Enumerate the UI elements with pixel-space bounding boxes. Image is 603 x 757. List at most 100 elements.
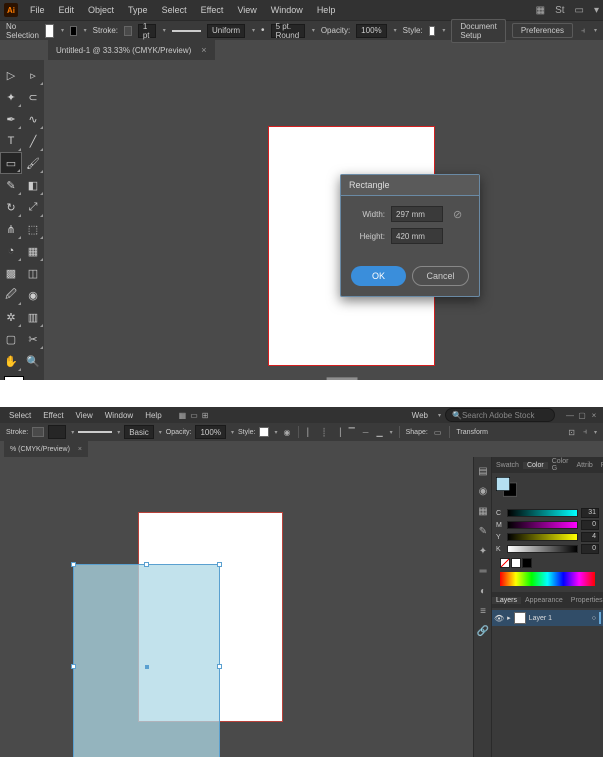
- ok-button[interactable]: OK: [351, 266, 406, 286]
- mesh-tool[interactable]: ▩: [0, 262, 22, 284]
- canvas[interactable]: GXT网: [44, 60, 603, 380]
- yellow-value[interactable]: 4: [581, 532, 599, 542]
- type-tool[interactable]: T: [0, 130, 22, 152]
- colorguide-tab[interactable]: Color G: [548, 458, 573, 472]
- layer-name[interactable]: Layer 1: [529, 615, 552, 622]
- fill-stroke-control[interactable]: [496, 477, 518, 497]
- paintbrush-tool[interactable]: 🖌: [22, 152, 44, 174]
- spectrum-picker[interactable]: [500, 572, 595, 586]
- document-tab[interactable]: % (CMYK/Preview) ×: [4, 441, 88, 457]
- resize-handle-ml[interactable]: [71, 664, 76, 669]
- layers-tab[interactable]: Layers: [492, 597, 521, 604]
- dropdown-icon[interactable]: ▾: [594, 5, 599, 16]
- cancel-button[interactable]: Cancel: [412, 266, 469, 286]
- grid-icon[interactable]: ⊞: [200, 411, 211, 420]
- black-swatch[interactable]: [522, 558, 532, 568]
- align-top-icon[interactable]: ▔: [347, 428, 357, 437]
- magenta-slider[interactable]: [507, 521, 578, 529]
- width-input[interactable]: [391, 206, 443, 222]
- column-graph-tool[interactable]: ▥: [22, 306, 44, 328]
- align-right-icon[interactable]: ▕: [332, 428, 342, 437]
- stroke-weight-dd-icon[interactable]: ▾: [163, 27, 166, 34]
- swatch-tab[interactable]: Swatch: [492, 462, 523, 469]
- profile-dd-icon[interactable]: ▾: [252, 27, 255, 34]
- opacity-value[interactable]: 100%: [356, 24, 386, 38]
- maximize-icon[interactable]: ▢: [577, 410, 587, 420]
- align-dd-icon[interactable]: ▾: [594, 27, 597, 34]
- cyan-slider[interactable]: [507, 509, 578, 517]
- document-setup-button[interactable]: Document Setup: [451, 19, 505, 43]
- opacity-dd-icon[interactable]: ▾: [394, 27, 397, 34]
- close-icon[interactable]: ×: [589, 410, 599, 420]
- menu-effect[interactable]: Effect: [195, 3, 230, 17]
- shaper-tool[interactable]: ✎: [0, 174, 22, 196]
- align-bottom-icon[interactable]: ▁: [374, 428, 384, 437]
- close-tab-icon[interactable]: ×: [78, 446, 82, 453]
- fill-color[interactable]: [4, 376, 24, 380]
- canvas[interactable]: [0, 457, 473, 757]
- stroke-swatch[interactable]: [70, 26, 77, 36]
- menu-select[interactable]: Select: [4, 410, 36, 421]
- libraries-icon[interactable]: ▤: [474, 461, 492, 481]
- stock-icon[interactable]: St: [555, 5, 564, 16]
- menu-file[interactable]: File: [24, 3, 51, 17]
- isolate-icon[interactable]: ⊡: [566, 428, 577, 437]
- resize-handle-tm[interactable]: [144, 562, 149, 567]
- selected-rectangle[interactable]: [73, 564, 220, 757]
- cyan-value[interactable]: 31: [581, 508, 599, 518]
- yellow-slider[interactable]: [507, 533, 578, 541]
- menu-window[interactable]: Window: [100, 410, 138, 421]
- swatches-icon[interactable]: ▦: [474, 501, 492, 521]
- search-input[interactable]: 🔍 Search Adobe Stock: [445, 408, 555, 422]
- recolor-icon[interactable]: ◉: [282, 428, 293, 437]
- lasso-tool[interactable]: ⊂: [22, 86, 44, 108]
- height-input[interactable]: [391, 228, 443, 244]
- shape-builder-tool[interactable]: ◔: [0, 240, 22, 262]
- fill-dd-icon[interactable]: ▾: [61, 27, 64, 34]
- stroke-dd-icon[interactable]: ▾: [84, 27, 87, 34]
- arrange-icon[interactable]: ▭: [575, 5, 584, 16]
- blend-tool[interactable]: ◉: [22, 284, 44, 306]
- stroke-profile-preview[interactable]: [78, 431, 112, 433]
- stroke-panel-icon[interactable]: ═: [474, 561, 492, 581]
- appearance-tab[interactable]: Appearance: [521, 597, 567, 604]
- links-icon[interactable]: 🔗: [474, 621, 492, 641]
- resize-handle-tr[interactable]: [217, 562, 222, 567]
- resize-handle-tl[interactable]: [71, 562, 76, 567]
- style-swatch[interactable]: [429, 26, 436, 36]
- perspective-grid-tool[interactable]: ▦: [22, 240, 44, 262]
- magenta-value[interactable]: 0: [581, 520, 599, 530]
- width-tool[interactable]: ⋔: [0, 218, 22, 240]
- align-middle-icon[interactable]: ─: [361, 428, 371, 437]
- attributes-tab[interactable]: Attrib: [572, 462, 596, 469]
- stroke-weight-control[interactable]: [32, 427, 44, 437]
- menu-window[interactable]: Window: [265, 3, 309, 17]
- stroke-weight-value[interactable]: 1 pt: [138, 24, 156, 38]
- symbol-sprayer-tool[interactable]: ✲: [0, 306, 22, 328]
- selection-tool[interactable]: ▷: [0, 64, 22, 86]
- align-panel-icon[interactable]: ⫞: [581, 427, 589, 437]
- link-dimensions-icon[interactable]: ⊘: [453, 208, 462, 221]
- hand-tool[interactable]: ✋: [0, 350, 22, 372]
- free-transform-tool[interactable]: ⬚: [22, 218, 44, 240]
- expand-icon[interactable]: ▸: [507, 614, 511, 622]
- magic-wand-tool[interactable]: ✦: [0, 86, 22, 108]
- stroke-profile-preview[interactable]: [172, 30, 201, 32]
- workspace-switcher[interactable]: Web: [407, 410, 433, 421]
- line-tool[interactable]: ╱: [22, 130, 44, 152]
- document-tab[interactable]: Untitled-1 @ 33.33% (CMYK/Preview) ×: [48, 40, 215, 60]
- style-swatch[interactable]: [259, 427, 269, 437]
- menu-type[interactable]: Type: [122, 3, 154, 17]
- brush-value[interactable]: 5 pt. Round: [271, 24, 305, 38]
- menu-select[interactable]: Select: [156, 3, 193, 17]
- appearance-icon[interactable]: ◐: [474, 581, 492, 601]
- resize-handle-mr[interactable]: [217, 664, 222, 669]
- arrange-icon[interactable]: ▭: [188, 411, 200, 420]
- rectangle-tool[interactable]: ▭: [0, 152, 22, 174]
- bridge-icon[interactable]: ▦: [177, 411, 189, 420]
- white-swatch[interactable]: [511, 558, 521, 568]
- black-value[interactable]: 0: [581, 544, 599, 554]
- close-tab-icon[interactable]: ×: [201, 45, 206, 55]
- bridge-icon[interactable]: ▦: [536, 5, 545, 16]
- menu-effect[interactable]: Effect: [38, 410, 68, 421]
